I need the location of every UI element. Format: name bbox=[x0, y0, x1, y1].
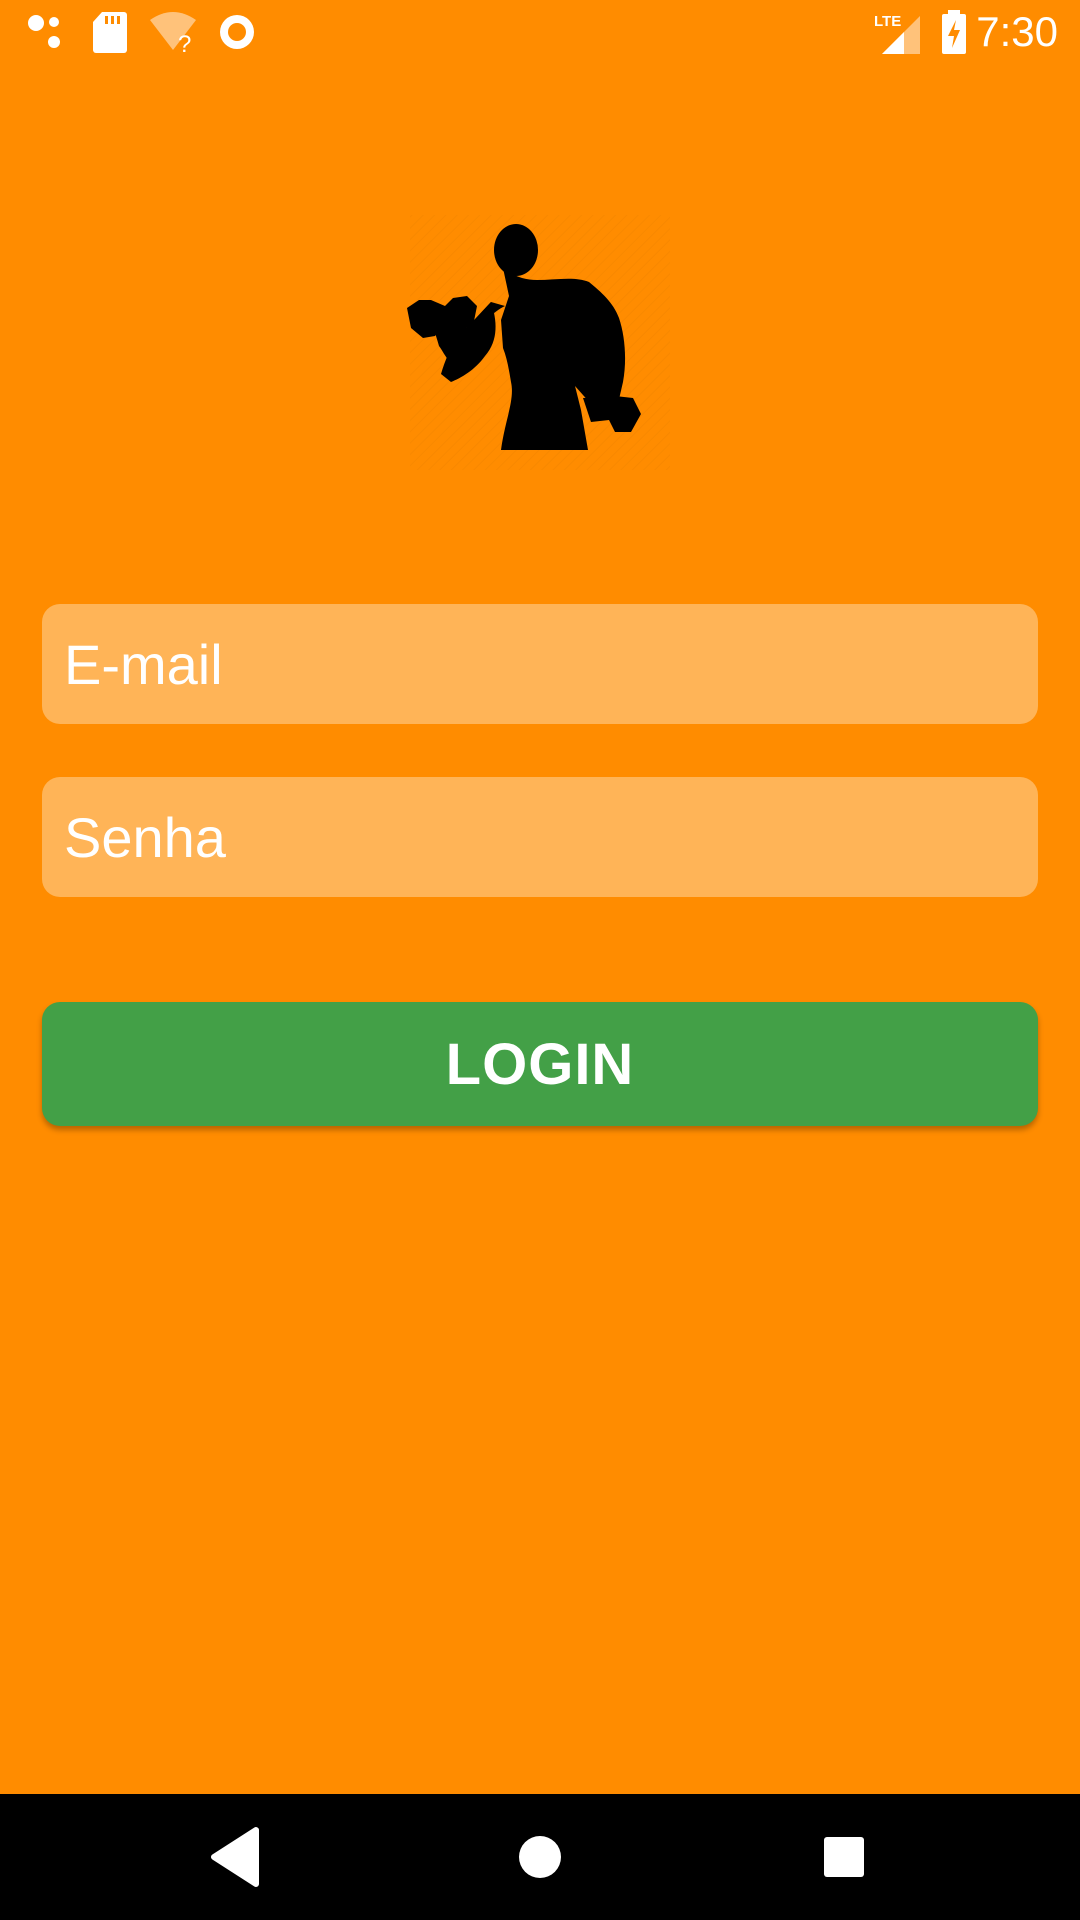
assistant-dots-icon bbox=[28, 15, 60, 48]
password-field[interactable] bbox=[42, 777, 1038, 897]
back-icon[interactable] bbox=[204, 1824, 270, 1890]
battery-charging-icon bbox=[942, 10, 966, 54]
email-field[interactable] bbox=[42, 604, 1038, 724]
network-type-label: LTE bbox=[874, 13, 901, 30]
sd-card-icon bbox=[93, 12, 127, 53]
login-screen: ? LTE 7:30 E-mail LOGIN bbox=[0, 0, 1080, 1920]
recents-icon[interactable] bbox=[811, 1824, 877, 1890]
navigation-bar bbox=[0, 1794, 1080, 1920]
status-bar: ? LTE 7:30 bbox=[0, 0, 1080, 63]
wifi-unknown-icon: ? bbox=[150, 12, 196, 54]
svg-text:?: ? bbox=[178, 31, 191, 54]
lte-signal-icon: LTE bbox=[874, 13, 920, 54]
home-icon[interactable] bbox=[507, 1824, 573, 1890]
status-time: 7:30 bbox=[976, 8, 1058, 55]
bodybuilder-dumbbell-icon bbox=[407, 215, 670, 470]
login-button[interactable]: LOGIN bbox=[42, 1002, 1038, 1126]
sync-circle-icon bbox=[220, 15, 254, 49]
